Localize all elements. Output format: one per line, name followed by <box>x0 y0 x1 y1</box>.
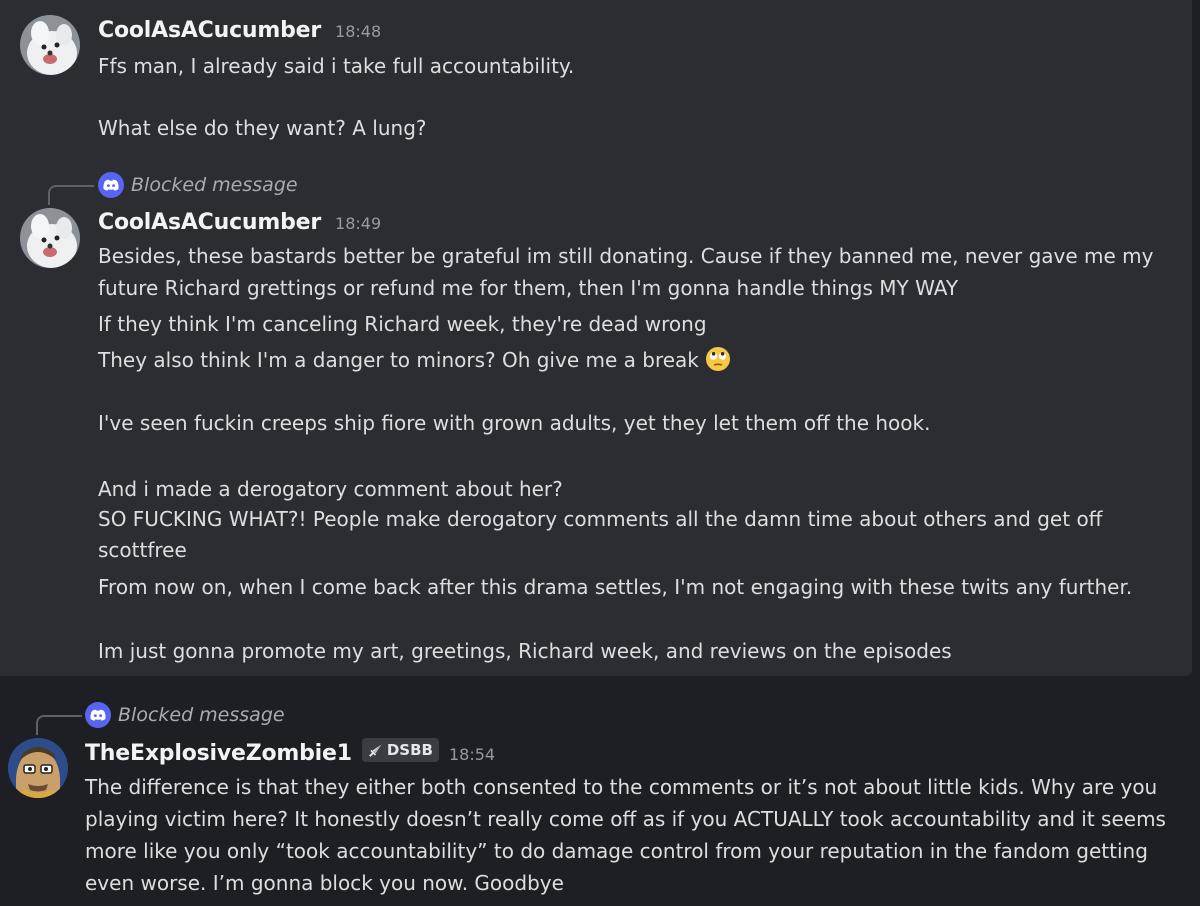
message-line: And i made a derogatory comment about he… <box>98 477 563 501</box>
timestamp[interactable]: 18:49 <box>335 214 381 233</box>
timestamp[interactable]: 18:54 <box>449 745 495 764</box>
username[interactable]: CoolAsACucumber <box>98 18 321 43</box>
reply-reference[interactable]: Blocked message <box>85 702 285 728</box>
message-line: SO FUCKING WHAT?! People make derogatory… <box>98 507 1103 531</box>
username[interactable]: TheExplosiveZombie1 <box>85 741 352 766</box>
message-line: even worse. I’m gonna block you now. Goo… <box>85 871 564 895</box>
message-header: CoolAsACucumber 18:49 <box>98 210 381 235</box>
avatar-fox[interactable] <box>20 15 80 75</box>
discord-logo-icon <box>85 702 111 728</box>
blocked-message-label: Blocked message <box>118 704 285 726</box>
avatar-fox[interactable] <box>20 208 80 268</box>
discord-logo-icon <box>98 172 124 198</box>
message-header: CoolAsACucumber 18:48 <box>98 18 381 43</box>
avatar-zombie[interactable] <box>8 738 68 798</box>
chat-view: CoolAsACucumber 18:48 Ffs man, I already… <box>0 0 1200 906</box>
message-header: TheExplosiveZombie1 DSBB 18:54 <box>85 738 495 766</box>
message-line-with-emoji: They also think I'm a danger to minors? … <box>98 345 731 380</box>
blocked-message-label: Blocked message <box>131 174 298 196</box>
fox-avatar-image <box>20 15 80 75</box>
message-line: From now on, when I come back after this… <box>98 575 1133 599</box>
message-line: future Richard grettings or refund me fo… <box>98 276 959 300</box>
message-line: If they think I'm canceling Richard week… <box>98 312 707 336</box>
timestamp[interactable]: 18:48 <box>335 22 381 41</box>
fox-avatar-image <box>20 208 80 268</box>
message-line: Ffs man, I already said i take full acco… <box>98 54 575 78</box>
message-line: The difference is that they either both … <box>85 775 1158 799</box>
message-line: I've seen fuckin creeps ship fiore with … <box>98 411 931 435</box>
server-tag-text: DSBB <box>386 741 433 759</box>
message-line: Im just gonna promote my art, greetings,… <box>98 639 952 663</box>
server-tag-badge[interactable]: DSBB <box>361 738 439 762</box>
reply-spine <box>48 185 94 205</box>
message-line: What else do they want? A lung? <box>98 116 427 140</box>
username[interactable]: CoolAsACucumber <box>98 210 321 235</box>
reply-reference[interactable]: Blocked message <box>98 172 298 198</box>
message-line: more like you only “took accountability”… <box>85 839 1148 863</box>
message-text: They also think I'm a danger to minors? … <box>98 348 699 372</box>
sword-icon <box>368 744 382 757</box>
message-line: playing victim here? It honestly doesn’t… <box>85 807 1166 831</box>
message-line: scottfree <box>98 538 187 562</box>
face-with-rolling-eyes-emoji <box>705 346 731 380</box>
zombie-avatar-image <box>8 738 68 798</box>
message-line: Besides, these bastards better be gratef… <box>98 244 1154 268</box>
reply-spine <box>36 715 82 735</box>
